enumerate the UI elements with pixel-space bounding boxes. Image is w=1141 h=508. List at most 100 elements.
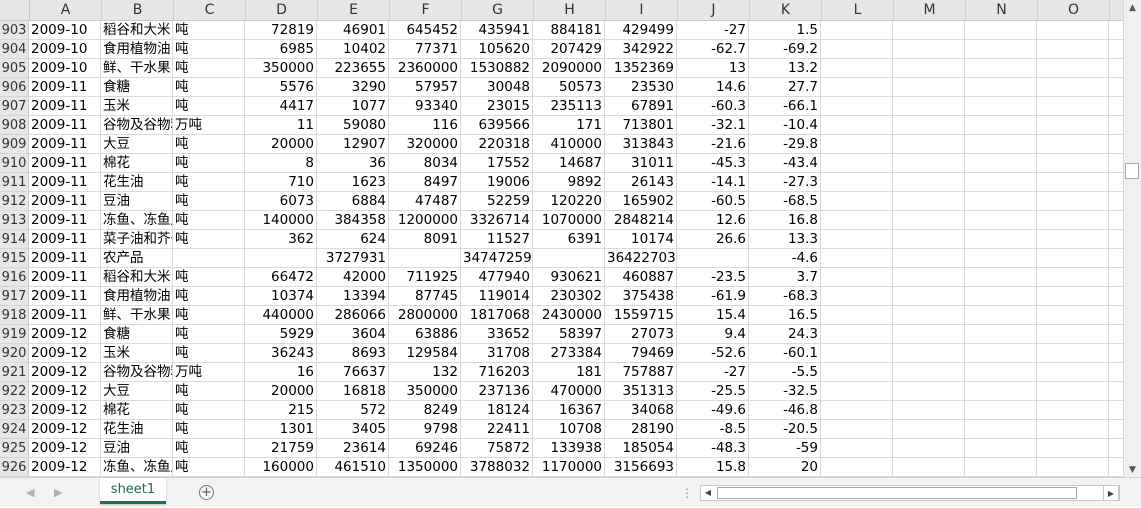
- cell-g[interactable]: 75872: [461, 439, 533, 458]
- cell-p[interactable]: [1109, 420, 1123, 439]
- cell-a[interactable]: 2009-11: [29, 173, 101, 192]
- cell-a[interactable]: 2009-11: [29, 116, 101, 135]
- cell-b[interactable]: 稻谷和大米: [101, 268, 173, 287]
- cell-c[interactable]: 吨: [173, 78, 245, 97]
- row-number[interactable]: 919: [0, 325, 29, 344]
- cell-p[interactable]: [1109, 325, 1123, 344]
- cell-e[interactable]: 1077: [317, 97, 389, 116]
- cell-k[interactable]: 24.3: [749, 325, 821, 344]
- cell-l[interactable]: [821, 458, 893, 477]
- column-header-j[interactable]: J: [678, 0, 750, 20]
- select-all-corner[interactable]: [0, 0, 30, 20]
- cell-b[interactable]: 食糖: [101, 325, 173, 344]
- cell-b[interactable]: 大豆: [101, 382, 173, 401]
- cell-g[interactable]: 22411: [461, 420, 533, 439]
- cell-j[interactable]: -48.3: [677, 439, 749, 458]
- row-number[interactable]: 925: [0, 439, 29, 458]
- cell-h[interactable]: 235113: [533, 97, 605, 116]
- cell-e[interactable]: 3405: [317, 420, 389, 439]
- cell-b[interactable]: 棉花: [101, 154, 173, 173]
- cell-b[interactable]: 花生油: [101, 173, 173, 192]
- cell-h[interactable]: 2090000: [533, 59, 605, 78]
- cell-g[interactable]: 33652: [461, 325, 533, 344]
- cell-o[interactable]: [1037, 363, 1109, 382]
- cell-n[interactable]: [965, 287, 1037, 306]
- cell-i[interactable]: 36422703: [605, 249, 677, 268]
- cell-i[interactable]: 1559715: [605, 306, 677, 325]
- cell-n[interactable]: [965, 306, 1037, 325]
- cell-f[interactable]: 129584: [389, 344, 461, 363]
- column-header-a[interactable]: A: [30, 0, 102, 20]
- cell-k[interactable]: 27.7: [749, 78, 821, 97]
- cell-g[interactable]: 3326714: [461, 211, 533, 230]
- cell-o[interactable]: [1037, 211, 1109, 230]
- cell-o[interactable]: [1037, 230, 1109, 249]
- row-number[interactable]: 910: [0, 154, 29, 173]
- cell-d[interactable]: 11: [245, 116, 317, 135]
- cell-k[interactable]: -29.8: [749, 135, 821, 154]
- cell-n[interactable]: [965, 420, 1037, 439]
- scroll-left-icon[interactable]: ◀: [701, 486, 715, 500]
- cell-m[interactable]: [893, 59, 965, 78]
- cell-p[interactable]: [1109, 382, 1123, 401]
- cell-i[interactable]: 3156693: [605, 458, 677, 477]
- cell-m[interactable]: [893, 249, 965, 268]
- cell-f[interactable]: 350000: [389, 382, 461, 401]
- cell-o[interactable]: [1037, 420, 1109, 439]
- cell-l[interactable]: [821, 325, 893, 344]
- column-header-o[interactable]: O: [1038, 0, 1110, 20]
- cell-a[interactable]: 2009-12: [29, 401, 101, 420]
- cell-k[interactable]: 13.3: [749, 230, 821, 249]
- cell-l[interactable]: [821, 211, 893, 230]
- cell-d[interactable]: 21759: [245, 439, 317, 458]
- cell-g[interactable]: 639566: [461, 116, 533, 135]
- cell-f[interactable]: 1350000: [389, 458, 461, 477]
- cell-b[interactable]: 稻谷和大米: [101, 21, 173, 40]
- cell-j[interactable]: 13: [677, 59, 749, 78]
- cell-a[interactable]: 2009-11: [29, 135, 101, 154]
- cell-c[interactable]: 吨: [173, 173, 245, 192]
- cell-h[interactable]: 1170000: [533, 458, 605, 477]
- cell-o[interactable]: [1037, 97, 1109, 116]
- cell-f[interactable]: 711925: [389, 268, 461, 287]
- add-sheet-icon[interactable]: +: [199, 485, 214, 500]
- cell-c[interactable]: 吨: [173, 21, 245, 40]
- cell-e[interactable]: 8693: [317, 344, 389, 363]
- cell-j[interactable]: -60.3: [677, 97, 749, 116]
- cell-o[interactable]: [1037, 40, 1109, 59]
- cell-h[interactable]: 58397: [533, 325, 605, 344]
- cell-i[interactable]: 713801: [605, 116, 677, 135]
- cell-i[interactable]: 1352369: [605, 59, 677, 78]
- cell-f[interactable]: 8249: [389, 401, 461, 420]
- cell-e[interactable]: 3604: [317, 325, 389, 344]
- cell-l[interactable]: [821, 192, 893, 211]
- cell-k[interactable]: 13.2: [749, 59, 821, 78]
- cell-l[interactable]: [821, 344, 893, 363]
- column-header-e[interactable]: E: [318, 0, 390, 20]
- cell-j[interactable]: -52.6: [677, 344, 749, 363]
- column-header-p[interactable]: [1110, 0, 1123, 20]
- cell-b[interactable]: 鲜、干水果: [101, 59, 173, 78]
- cell-a[interactable]: 2009-11: [29, 192, 101, 211]
- cell-e[interactable]: 3727931: [317, 249, 389, 268]
- cell-k[interactable]: 16.5: [749, 306, 821, 325]
- cell-f[interactable]: 320000: [389, 135, 461, 154]
- cell-h[interactable]: 470000: [533, 382, 605, 401]
- cell-f[interactable]: 2360000: [389, 59, 461, 78]
- vertical-scroll-thumb[interactable]: [1125, 163, 1139, 179]
- cell-o[interactable]: [1037, 458, 1109, 477]
- cell-d[interactable]: 350000: [245, 59, 317, 78]
- cell-a[interactable]: 2009-11: [29, 154, 101, 173]
- cell-g[interactable]: 52259: [461, 192, 533, 211]
- cell-i[interactable]: 79469: [605, 344, 677, 363]
- cell-j[interactable]: -8.5: [677, 420, 749, 439]
- cell-d[interactable]: 362: [245, 230, 317, 249]
- cell-d[interactable]: 1301: [245, 420, 317, 439]
- column-header-f[interactable]: F: [390, 0, 462, 20]
- cell-l[interactable]: [821, 154, 893, 173]
- cell-m[interactable]: [893, 211, 965, 230]
- cell-e[interactable]: 572: [317, 401, 389, 420]
- cell-i[interactable]: 26143: [605, 173, 677, 192]
- row-number[interactable]: 926: [0, 458, 29, 477]
- cell-e[interactable]: 76637: [317, 363, 389, 382]
